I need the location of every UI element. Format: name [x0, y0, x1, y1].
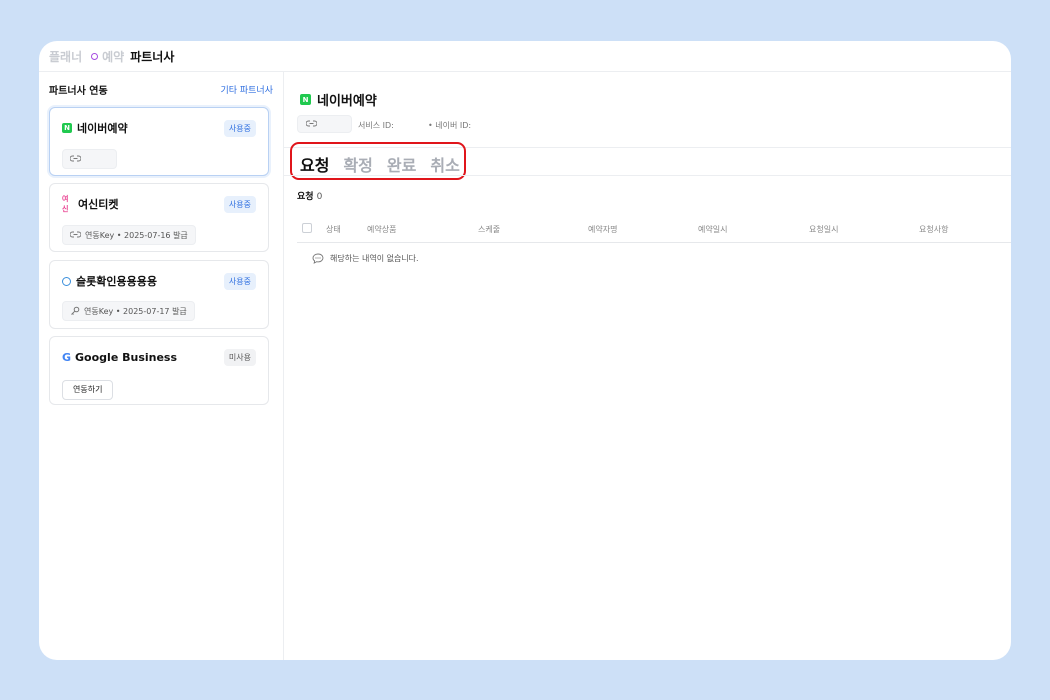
count-label: 요청 — [297, 192, 314, 202]
partner-sidebar: 파트너사 연동 기타 파트너사 N 네이버예약 사용중 여신 여신티켓 사용중 … — [39, 72, 284, 660]
partner-name: G Google Business — [62, 351, 177, 364]
sidebar-header: 파트너사 연동 기타 파트너사 — [39, 72, 283, 106]
other-partners-link[interactable]: 기타 파트너사 — [220, 83, 273, 96]
naver-icon: N — [62, 123, 72, 133]
globe-icon — [62, 276, 71, 286]
main-panel: N 네이버예약 서비스 ID: • 네이버 ID: 요청 확정 완료 취소 요청… — [284, 72, 1011, 660]
naver-id-label: • 네이버 ID: — [428, 121, 472, 130]
status-badge: 사용중 — [223, 119, 256, 137]
table-header: 상태 예약상품 스케줄 예약자명 예약일시 요청일시 요청사항 — [297, 218, 1011, 243]
breadcrumb-item-reservation-label: 예약 — [102, 49, 125, 64]
sidebar-title: 파트너사 연동 — [49, 85, 108, 97]
column-header-booker: 예약자명 — [588, 225, 618, 234]
partner-name-label: 여신티켓 — [78, 198, 119, 211]
page-title: 파트너사 — [130, 49, 175, 64]
partner-card-header: 슬롯확인용용용용 사용중 — [50, 261, 268, 301]
service-id-label: 서비스 ID: — [358, 121, 394, 130]
column-header-product: 예약상품 — [367, 225, 397, 234]
link-box[interactable] — [297, 115, 352, 133]
naver-icon: N — [300, 94, 311, 105]
column-header-request-note: 요청사항 — [919, 225, 949, 234]
link-key-label: 연동Key • 2025-07-16 발급 — [85, 230, 188, 240]
main-title-label: 네이버예약 — [317, 94, 377, 109]
column-header-booking-date: 예약일시 — [698, 225, 728, 234]
link-key-label: 연동Key • 2025-07-17 발급 — [84, 306, 187, 316]
partner-card-yeoshin[interactable]: 여신 여신티켓 사용중 연동Key • 2025-07-16 발급 — [49, 183, 269, 252]
status-badge: 미사용 — [223, 348, 256, 366]
partner-card-header: 여신 여신티켓 사용중 — [50, 184, 268, 224]
partner-name: N 네이버예약 — [62, 120, 128, 136]
breadcrumb-item-planner[interactable]: 플래너 — [49, 48, 82, 65]
partner-name-label: 슬롯확인용용용용 — [76, 275, 157, 288]
select-all-checkbox[interactable] — [302, 223, 312, 233]
partner-name: 슬롯확인용용용용 — [62, 273, 157, 289]
link-key-chip[interactable]: 연동Key • 2025-07-16 발급 — [62, 225, 196, 245]
breadcrumb: 플래너 예약 파트너사 — [39, 41, 1011, 72]
column-header-request-date: 요청일시 — [809, 225, 839, 234]
link-chip[interactable] — [62, 149, 117, 169]
request-count: 요청 0 — [297, 189, 322, 202]
main-title: N 네이버예약 — [300, 90, 377, 109]
link-key-chip[interactable]: 연동Key • 2025-07-17 발급 — [62, 301, 195, 321]
status-badge: 사용중 — [223, 195, 256, 213]
yeoshin-icon: 여신 — [62, 195, 69, 213]
partner-card-naver[interactable]: N 네이버예약 사용중 — [49, 107, 269, 176]
column-header-schedule: 스케줄 — [478, 225, 501, 234]
divider — [284, 175, 1011, 176]
breadcrumb-item-reservation[interactable]: 예약 — [91, 48, 124, 65]
key-icon — [71, 306, 80, 315]
partner-card-slot[interactable]: 슬롯확인용용용용 사용중 연동Key • 2025-07-17 발급 — [49, 260, 269, 329]
partner-card-google[interactable]: G Google Business 미사용 연동하기 — [49, 336, 269, 405]
column-header-status: 상태 — [326, 225, 341, 234]
empty-message: 해당하는 내역이 없습니다. — [330, 254, 419, 263]
link-icon — [306, 120, 317, 127]
partner-name-label: Google Business — [75, 350, 178, 364]
link-icon — [70, 231, 81, 238]
partner-card-header: N 네이버예약 사용중 — [50, 108, 268, 148]
google-icon: G — [62, 350, 72, 364]
app-window: 플래너 예약 파트너사 파트너사 연동 기타 파트너사 N 네이버예약 사용중 — [39, 41, 1011, 660]
reservation-ring-icon — [91, 52, 99, 60]
link-icon — [70, 155, 81, 162]
chat-bubble-icon — [312, 253, 324, 264]
partner-name-label: 네이버예약 — [77, 122, 128, 135]
status-badge: 사용중 — [223, 272, 256, 290]
empty-state: 해당하는 내역이 없습니다. — [312, 253, 419, 264]
partner-name: 여신 여신티켓 — [62, 194, 118, 214]
partner-card-header: G Google Business 미사용 — [50, 337, 268, 377]
connect-button[interactable]: 연동하기 — [62, 379, 114, 400]
count-value: 0 — [316, 192, 323, 202]
